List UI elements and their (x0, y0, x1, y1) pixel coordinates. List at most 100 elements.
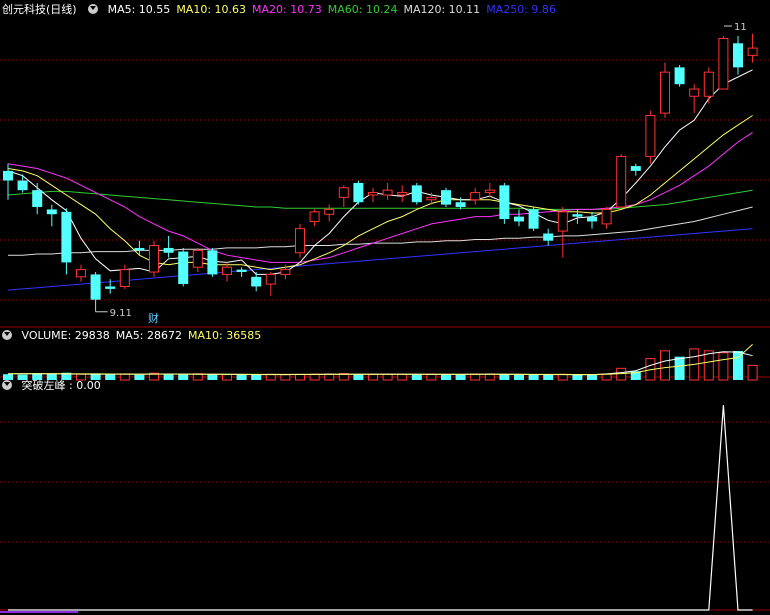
ma60-line (7, 189, 753, 210)
ma250-line (7, 228, 753, 291)
candle-body-up (747, 47, 758, 56)
ma120-line (8, 206, 753, 256)
candle-body-down (251, 276, 262, 287)
volume-bar-down (572, 374, 583, 380)
signal-menu-icon[interactable] (2, 380, 12, 390)
volume-bar-down (733, 350, 743, 380)
volume-bar-down (528, 374, 539, 380)
candle-body-down (353, 182, 364, 203)
candle-body-down (3, 170, 13, 181)
volume-legend-item-1: MA5: 28672 (115, 329, 182, 342)
volume-bar-up (397, 373, 408, 381)
volume-bar-down (514, 374, 524, 380)
candle-body-up (616, 155, 627, 208)
ma5-line (7, 69, 753, 275)
volume-bar-down (587, 374, 597, 380)
volume-bar-up (222, 374, 232, 381)
volume-menu-icon[interactable] (2, 330, 12, 340)
ma-legend-items: MA5: 10.55 MA10: 10.63 MA20: 10.73 MA60: 10… (108, 3, 562, 16)
volume-bar-down (674, 356, 685, 380)
price-legend-item-5: MA250: 9.86 (486, 3, 556, 16)
candle-body-down (61, 211, 72, 263)
candle-body-down (455, 202, 466, 208)
volume-legend-items: VOLUME: 29838 MA5: 28672 MA10: 36585 (22, 329, 268, 342)
candle-body-up (280, 269, 291, 275)
chart-svg: 9.11 11 财 (0, 22, 770, 613)
period-label: (日线) (46, 3, 77, 16)
price-legend-item-3: MA60: 10.24 (327, 3, 398, 16)
candle-body-up (397, 192, 408, 196)
volume-bar-up (309, 373, 320, 381)
volume-legend-item-2: MA10: 36585 (187, 329, 262, 342)
volume-bar-up (470, 373, 481, 381)
signal-legend-items: 突破左峰 : 0.00 (22, 379, 107, 392)
candle-body-down (17, 180, 28, 191)
candle-body-down (572, 214, 583, 217)
candle-body-down (178, 251, 189, 285)
volume-bar-up (280, 374, 291, 381)
candle-body-up (645, 115, 656, 157)
volume-bar-down (236, 374, 247, 380)
volume-bar-down (499, 374, 510, 380)
volume-bar-up (295, 373, 305, 381)
volume-bar-up (426, 373, 437, 381)
volume-legend-item-0: VOLUME: 29838 (21, 329, 110, 342)
volume-bar-up (382, 373, 393, 381)
volume-bar-down (441, 374, 451, 380)
volume-bar-down (455, 374, 466, 380)
candle-body-down (528, 209, 539, 229)
candle-body-down (163, 247, 174, 253)
candle-body-down (441, 190, 451, 205)
price-legend-item-1: MA10: 10.63 (176, 3, 247, 16)
signal-legend: 突破左峰 : 0.00 (2, 379, 113, 393)
volume-bar-up (660, 350, 670, 381)
price-legend-item-0: MA5: 10.55 (107, 3, 171, 16)
candle-body-up (660, 71, 670, 114)
candle-body-down (514, 216, 524, 222)
volume-bar-up (265, 373, 276, 381)
volume-ma10-line (8, 344, 753, 375)
candle-body-up (426, 196, 437, 201)
volume-bar-up (703, 350, 714, 381)
candle-body-down (134, 247, 145, 251)
candle-body-down (543, 233, 554, 241)
price-legend-item-4: MA120: 10.11 (403, 3, 481, 16)
candle-body-up (192, 249, 203, 268)
candle-body-down (587, 216, 597, 222)
candle-body-down (32, 190, 43, 208)
candle-body-down (630, 166, 641, 171)
candle-body-down (105, 286, 116, 289)
volume-bar-up (601, 373, 612, 381)
candle-body-down (207, 250, 218, 275)
volume-legend: VOLUME: 29838 MA5: 28672 MA10: 36585 (2, 329, 273, 343)
volume-bar-down (353, 374, 364, 380)
volume-bar-down (543, 374, 554, 380)
volume-bar-down (163, 374, 174, 380)
ma10-line (7, 115, 753, 271)
volume-bar-up (119, 373, 130, 381)
volume-bar-up (747, 364, 758, 381)
candle-body-down (90, 274, 101, 300)
candle-body-down (411, 185, 422, 203)
candle-body-down (236, 269, 247, 273)
cai-label: 财 (148, 311, 159, 325)
candle-body-down (499, 185, 510, 220)
stock-name: 创元科技 (2, 3, 46, 16)
volume-bar-down (178, 374, 189, 380)
price-legend: 创元科技(日线) MA5: 10.55 MA10: 10.63 MA20: 10.7… (2, 3, 568, 17)
volume-bar-down (411, 374, 422, 380)
volume-bar-up (484, 373, 495, 381)
volume-bar-up (368, 374, 378, 381)
low-marker-label: 9.11 (110, 308, 132, 319)
price-legend-item-2: MA20: 10.73 (252, 3, 322, 16)
candle-body-up (557, 211, 568, 232)
candle-body-down (733, 43, 743, 68)
candle-body-up (601, 208, 612, 225)
volume-bar-down (207, 374, 218, 380)
signal-line (8, 405, 753, 611)
candle-body-up (76, 269, 86, 278)
indicator-menu-icon[interactable] (88, 4, 99, 14)
volume-bar-down (251, 374, 262, 380)
candle-body-up (382, 189, 393, 196)
candle-body-up (265, 273, 276, 285)
